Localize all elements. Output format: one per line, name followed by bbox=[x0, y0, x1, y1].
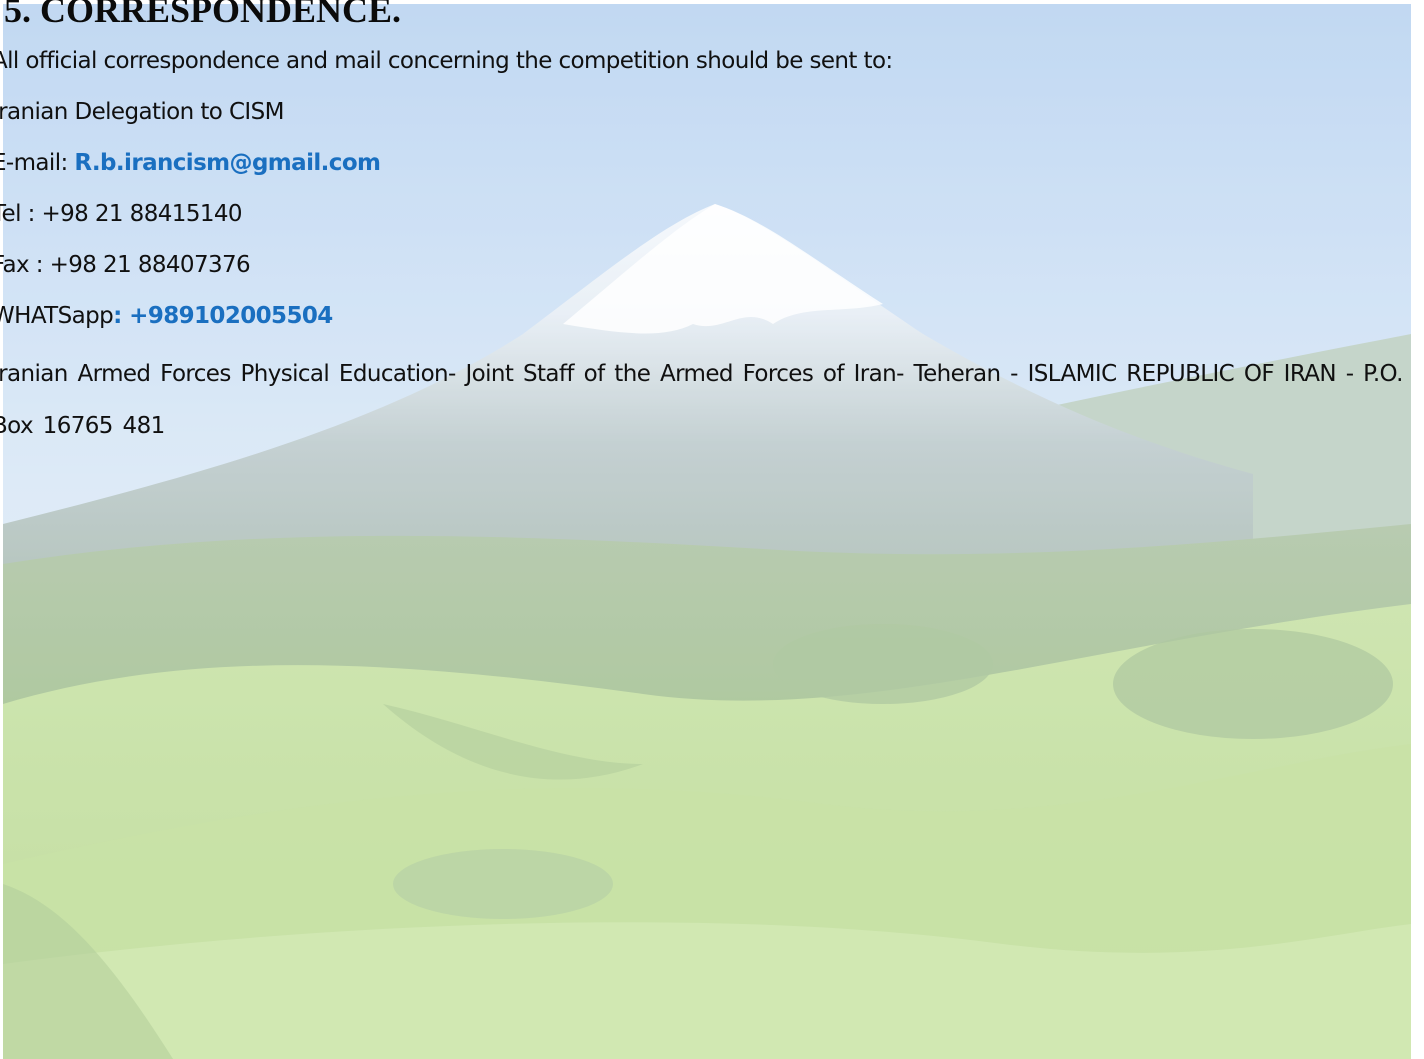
email-line: E-mail: R.b.irancism@gmail.com bbox=[0, 148, 381, 178]
section-heading: 5. CORRESPONDENCE. bbox=[4, 0, 402, 30]
whatsapp-label: WHATSapp bbox=[0, 303, 114, 329]
slide: 5. CORRESPONDENCE. All official correspo… bbox=[0, 0, 1424, 1059]
email-link[interactable]: R.b.irancism@gmail.com bbox=[74, 150, 381, 176]
email-label: E-mail: bbox=[0, 150, 75, 176]
fax-line: Fax : +98 21 88407376 bbox=[0, 252, 251, 278]
organization-name: Iranian Delegation to CISM bbox=[0, 99, 284, 125]
whatsapp-line: WHATSapp: +989102005504 bbox=[0, 301, 333, 331]
intro-text: All official correspondence and mail con… bbox=[0, 48, 893, 74]
postal-address: Iranian Armed Forces Physical Education-… bbox=[0, 361, 1403, 439]
correspondence-section: 5. CORRESPONDENCE. All official correspo… bbox=[0, 0, 1424, 1059]
whatsapp-number[interactable]: : +989102005504 bbox=[113, 303, 333, 329]
tel-line: Tel : +98 21 88415140 bbox=[0, 201, 243, 227]
